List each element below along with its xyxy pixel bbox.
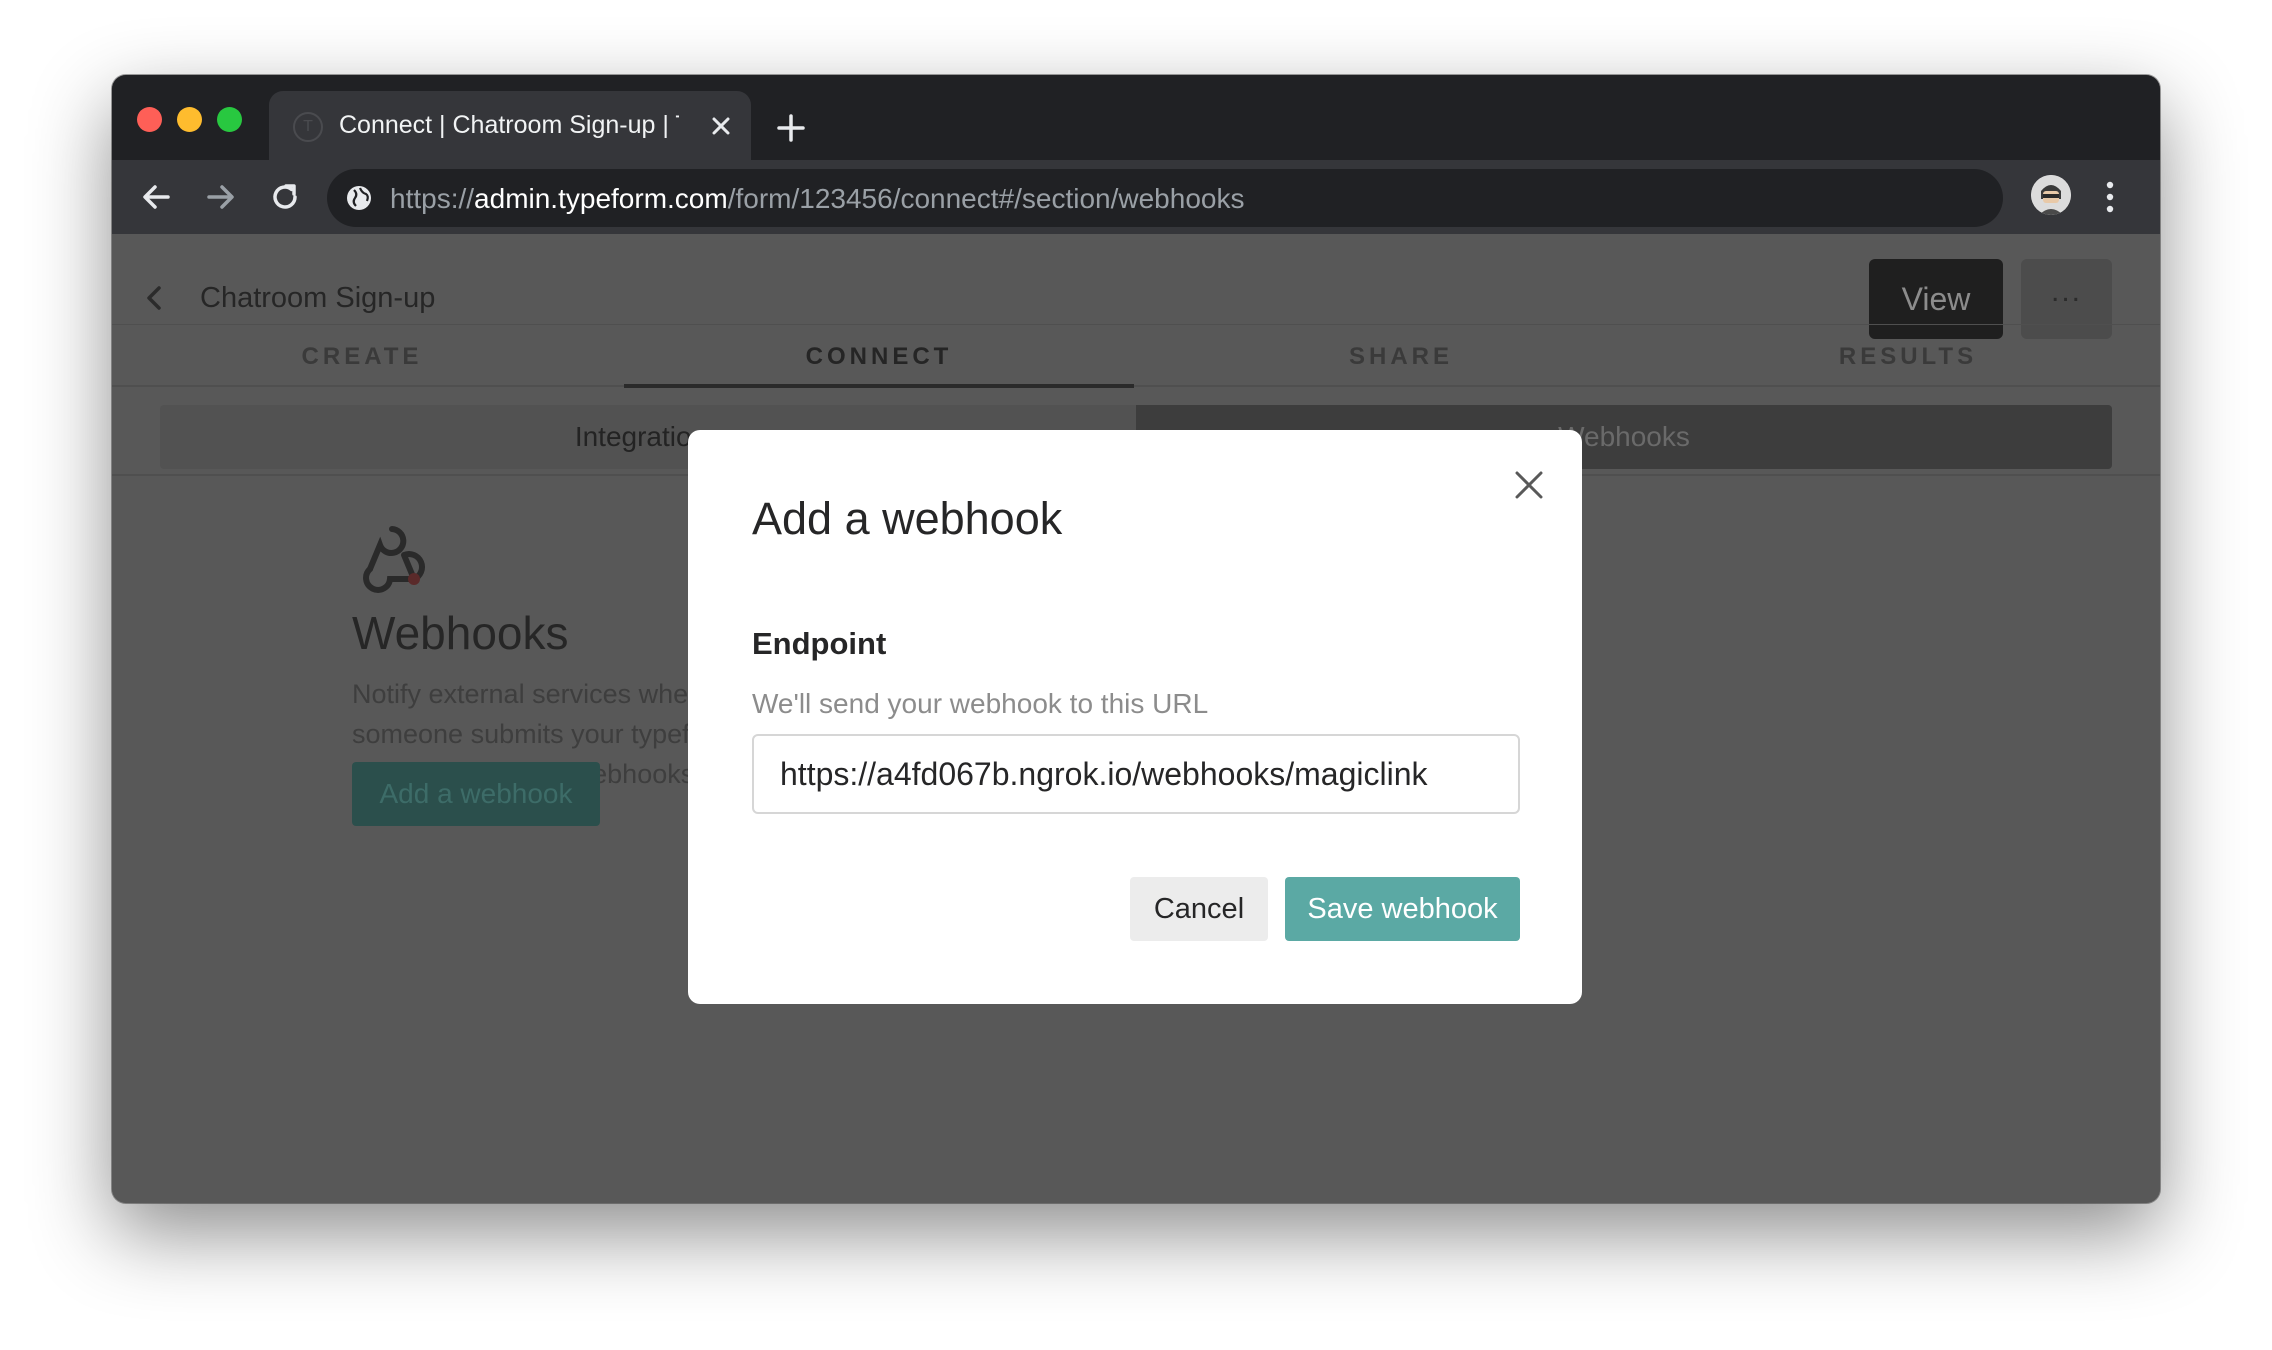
more-vert-icon[interactable] (2100, 178, 2120, 216)
close-tab-icon[interactable] (706, 111, 736, 141)
url-path: /form/123456/connect#/section/webhooks (727, 183, 1245, 214)
endpoint-help-text: We'll send your webhook to this URL (752, 688, 1209, 719)
tab-results[interactable]: RESULTS (1656, 333, 2160, 388)
endpoint-label: Endpoint (752, 626, 887, 661)
tab-title: Connect | Chatroom Sign-up | Typeform (339, 111, 679, 139)
webhook-logo-icon (363, 526, 425, 593)
new-tab-icon[interactable] (774, 111, 808, 145)
cancel-button[interactable]: Cancel (1130, 877, 1268, 941)
browser-toolbar: https://admin.typeform.com/form/123456/c… (112, 160, 2160, 234)
address-bar[interactable]: https://admin.typeform.com/form/123456/c… (327, 169, 2003, 227)
maximize-window-button[interactable] (217, 107, 242, 132)
browser-tab[interactable]: T Connect | Chatroom Sign-up | Typeform (269, 91, 751, 160)
url-host: admin.typeform.com (474, 183, 728, 214)
tab-connect[interactable]: CONNECT (624, 333, 1134, 388)
chevron-left-icon[interactable] (142, 283, 166, 313)
favicon-icon: T (293, 112, 323, 142)
add-webhook-button[interactable]: Add a webhook (352, 762, 600, 826)
close-window-button[interactable] (137, 107, 162, 132)
reload-icon[interactable] (267, 179, 303, 215)
browser-window: T Connect | Chatroom Sign-up | Typeform (112, 75, 2160, 1203)
endpoint-url-input[interactable] (752, 734, 1520, 814)
back-arrow-icon[interactable] (138, 179, 174, 215)
form-title: Chatroom Sign-up (200, 282, 436, 314)
minimize-window-button[interactable] (177, 107, 202, 132)
add-webhook-modal: Add a webhook Endpoint We'll send your w… (688, 430, 1582, 1004)
url-text: https://admin.typeform.com/form/123456/c… (390, 183, 1244, 215)
modal-title: Add a webhook (752, 493, 1063, 544)
tab-share[interactable]: SHARE (1146, 333, 1656, 388)
url-scheme: https:// (390, 183, 475, 214)
tab-bar: T Connect | Chatroom Sign-up | Typeform (112, 75, 2160, 160)
forward-arrow-icon[interactable] (203, 179, 239, 215)
save-webhook-button[interactable]: Save webhook (1285, 877, 1520, 941)
site-info-icon[interactable] (345, 184, 373, 212)
close-icon[interactable] (1512, 468, 1546, 502)
section-tabs: CREATE CONNECT SHARE RESULTS (112, 324, 2160, 388)
webhooks-title: Webhooks (352, 607, 569, 659)
tab-create[interactable]: CREATE (112, 333, 612, 388)
profile-avatar-icon[interactable] (2031, 175, 2071, 215)
